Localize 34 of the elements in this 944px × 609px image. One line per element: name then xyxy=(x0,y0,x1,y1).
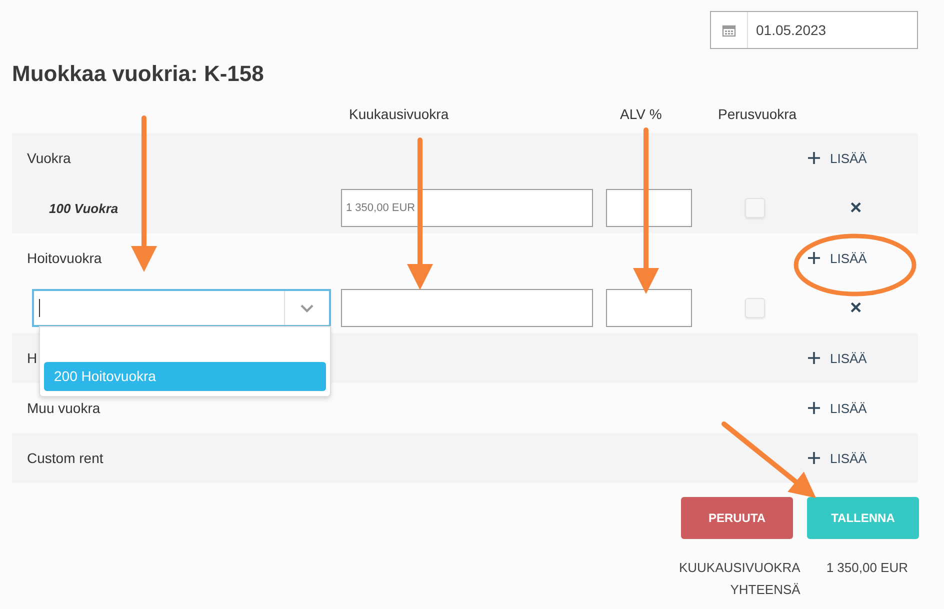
select-field[interactable] xyxy=(32,289,331,327)
checkbox[interactable] xyxy=(745,298,765,318)
amount-field[interactable]: 1 350,00 EUR xyxy=(341,189,593,227)
page-title: Muokkaa vuokria: K-158 xyxy=(12,60,265,88)
category-label: Custom rent xyxy=(26,450,104,466)
total-value: 1 350,00 EUR xyxy=(826,559,908,577)
add-button[interactable]: LISÄÄ xyxy=(806,448,869,468)
category-label: Vuokra xyxy=(26,150,72,166)
date-field[interactable]: 01.05.2023 xyxy=(710,11,918,49)
vat-field[interactable] xyxy=(606,189,692,227)
plus-icon xyxy=(808,452,820,464)
calendar-icon xyxy=(722,24,736,36)
add-button[interactable]: LISÄÄ xyxy=(806,148,869,168)
column-header: Perusvuokra xyxy=(717,106,798,122)
remove-button[interactable]: × xyxy=(848,296,864,320)
add-button[interactable]: LISÄÄ xyxy=(806,348,869,368)
add-button[interactable]: LISÄÄ xyxy=(806,398,869,418)
total-label: KUUKAUSIVUOKRA YHTEENSÄ xyxy=(678,559,800,599)
plus-icon xyxy=(808,352,820,364)
category-label: H xyxy=(26,350,38,366)
column-header: ALV % xyxy=(619,106,663,122)
add-button[interactable]: LISÄÄ xyxy=(806,248,869,268)
cancel-button[interactable]: PERUUTA xyxy=(681,497,793,539)
plus-icon xyxy=(808,402,820,414)
chevron-icon xyxy=(300,304,314,312)
vat-field[interactable] xyxy=(606,289,692,327)
plus-icon xyxy=(808,152,820,164)
category-label: Hoitovuokra xyxy=(26,250,103,266)
rent-code: 100 Vuokra xyxy=(48,200,120,216)
amount-field[interactable] xyxy=(341,289,593,327)
category-label: Muu vuokra xyxy=(26,400,102,416)
column-header: Kuukausivuokra xyxy=(348,106,450,122)
remove-button[interactable]: × xyxy=(848,196,864,220)
plus-icon xyxy=(808,252,820,264)
